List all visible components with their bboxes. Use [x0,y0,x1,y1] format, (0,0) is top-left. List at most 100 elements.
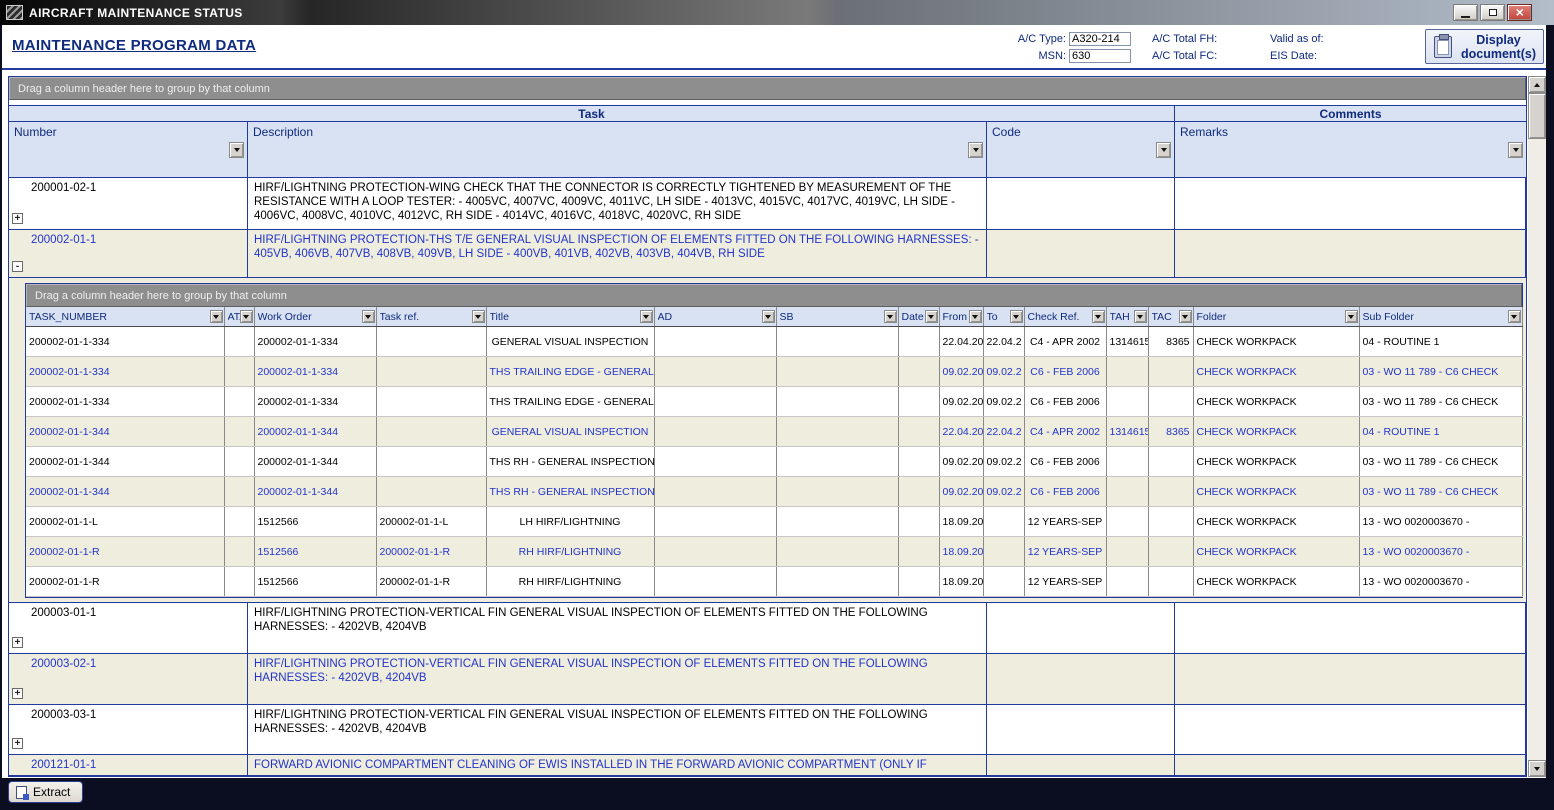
cell-ata [224,507,254,537]
task-row[interactable]: - 200002-01-1 HIRF/LIGHTNING PROTECTION-… [9,230,1526,278]
filter-button[interactable] [362,310,375,323]
task-code [987,230,1175,277]
nested-col-sub-folder[interactable]: Sub Folder [1359,307,1522,327]
nested-row[interactable]: 200002-01-1-R1512566200002-01-1-RRH HIRF… [26,537,1522,567]
task-row[interactable]: + 200003-02-1 HIRF/LIGHTNING PROTECTION-… [9,654,1526,705]
nested-group-by-panel[interactable]: Drag a column header here to group by th… [26,284,1522,307]
cell-to: 09.02.2 [983,357,1024,387]
filter-button[interactable] [240,310,253,323]
cell-work-order: 200002-01-1-344 [254,447,376,477]
scroll-down-button[interactable] [1528,760,1546,777]
nested-row[interactable]: 200002-01-1-L1512566200002-01-1-LLH HIRF… [26,507,1522,537]
cell-ad [654,537,776,567]
page-title: MAINTENANCE PROGRAM DATA [12,37,256,54]
restore-button[interactable] [1480,4,1505,21]
filter-button[interactable] [762,310,775,323]
nested-col-to[interactable]: To [983,307,1024,327]
nested-col-title[interactable]: Title [486,307,654,327]
expand-button[interactable]: + [12,688,23,699]
cell-sb [776,567,898,597]
task-number-cell: 200121-01-1 [9,755,248,777]
column-header-remarks[interactable]: Remarks [1175,122,1526,177]
cell-ad [654,387,776,417]
task-number: 200003-01-1 [31,607,96,619]
scrollbar-thumb[interactable] [1528,93,1546,139]
task-row[interactable]: + 200001-02-1 HIRF/LIGHTNING PROTECTION-… [9,178,1526,230]
nested-col-date[interactable]: Date [898,307,939,327]
expand-button[interactable]: + [12,738,23,749]
expand-button[interactable]: + [12,637,23,648]
nested-row[interactable]: 200002-01-1-344200002-01-1-344THS RH - G… [26,477,1522,507]
filter-button[interactable] [1508,310,1521,323]
minimize-button[interactable] [1453,4,1478,21]
nested-row[interactable]: 200002-01-1-344200002-01-1-344THS RH - G… [26,447,1522,477]
collapse-button[interactable]: - [12,261,23,272]
expand-button[interactable]: + [12,213,23,224]
filter-button[interactable] [640,310,653,323]
band-comments[interactable]: Comments [1175,106,1526,121]
filter-button[interactable] [969,310,982,323]
filter-button[interactable] [1156,142,1171,158]
filter-button[interactable] [1092,310,1105,323]
nested-row[interactable]: 200002-01-1-R1512566200002-01-1-RRH HIRF… [26,567,1522,597]
cell-task-ref [376,327,486,357]
nested-header-row: TASK_NUMBER ATA Work Order Task ref. Tit… [26,307,1522,327]
nested-row[interactable]: 200002-01-1-334200002-01-1-334THS TRAILI… [26,357,1522,387]
filter-button[interactable] [925,310,938,323]
ac-type-field[interactable] [1069,32,1131,46]
filter-button[interactable] [472,310,485,323]
group-by-panel[interactable]: Drag a column header here to group by th… [9,77,1526,100]
column-header-code[interactable]: Code [987,122,1175,177]
task-row[interactable]: 200121-01-1 FORWARD AVIONIC COMPARTMENT … [9,755,1526,777]
cell-from: 09.02.20 [939,357,983,387]
cell-ata [224,357,254,387]
filter-dropdown-icon [1161,148,1167,152]
filter-button[interactable] [1179,310,1192,323]
cell-title: LH HIRF/LIGHTNING [486,507,654,537]
nested-col-from[interactable]: From [939,307,983,327]
nested-col-sb[interactable]: SB [776,307,898,327]
column-label: SB [780,311,884,323]
nested-col-tah[interactable]: TAH [1106,307,1148,327]
filter-button[interactable] [210,310,223,323]
nested-col-work-order[interactable]: Work Order [254,307,376,327]
task-row[interactable]: + 200003-01-1 HIRF/LIGHTNING PROTECTION-… [9,603,1526,654]
close-button[interactable] [1507,4,1532,21]
app-icon[interactable] [6,5,23,20]
filter-button[interactable] [1345,310,1358,323]
task-number: 200003-03-1 [31,709,96,721]
filter-button[interactable] [229,142,244,158]
display-documents-button[interactable]: Display document(s) [1425,29,1544,64]
filter-button[interactable] [1134,310,1147,323]
nested-col-task-number[interactable]: TASK_NUMBER [26,307,224,327]
task-row[interactable]: + 200003-03-1 HIRF/LIGHTNING PROTECTION-… [9,705,1526,755]
filter-button[interactable] [884,310,897,323]
nested-row[interactable]: 200002-01-1-334200002-01-1-334THS TRAILI… [26,387,1522,417]
column-header-description[interactable]: Description [248,122,987,177]
nested-row[interactable]: 200002-01-1-334200002-01-1-334GENERAL VI… [26,327,1522,357]
filter-button[interactable] [1508,142,1523,158]
msn-field[interactable] [1069,49,1131,63]
cell-work-order: 1512566 [254,567,376,597]
cell-folder: CHECK WORKPACK [1193,387,1359,417]
nested-col-task-ref[interactable]: Task ref. [376,307,486,327]
nested-col-folder[interactable]: Folder [1193,307,1359,327]
nested-col-check-ref[interactable]: Check Ref. [1024,307,1106,327]
scroll-up-button[interactable] [1528,76,1546,93]
filter-button[interactable] [1010,310,1023,323]
titlebar[interactable]: AIRCRAFT MAINTENANCE STATUS [0,0,1554,25]
cell-work-order: 200002-01-1-344 [254,417,376,447]
cell-to [983,567,1024,597]
extract-button[interactable]: Extract [8,781,83,803]
filter-button[interactable] [968,142,983,158]
nested-col-tac[interactable]: TAC [1148,307,1193,327]
nested-col-ata[interactable]: ATA [224,307,254,327]
task-remarks [1175,654,1526,704]
band-task[interactable]: Task [9,106,1175,121]
cell-tah [1106,477,1148,507]
vertical-scrollbar[interactable] [1528,76,1546,777]
task-description: HIRF/LIGHTNING PROTECTION-VERTICAL FIN G… [248,654,987,704]
nested-col-ad[interactable]: AD [654,307,776,327]
column-header-number[interactable]: Number [9,122,248,177]
nested-row[interactable]: 200002-01-1-344200002-01-1-344GENERAL VI… [26,417,1522,447]
